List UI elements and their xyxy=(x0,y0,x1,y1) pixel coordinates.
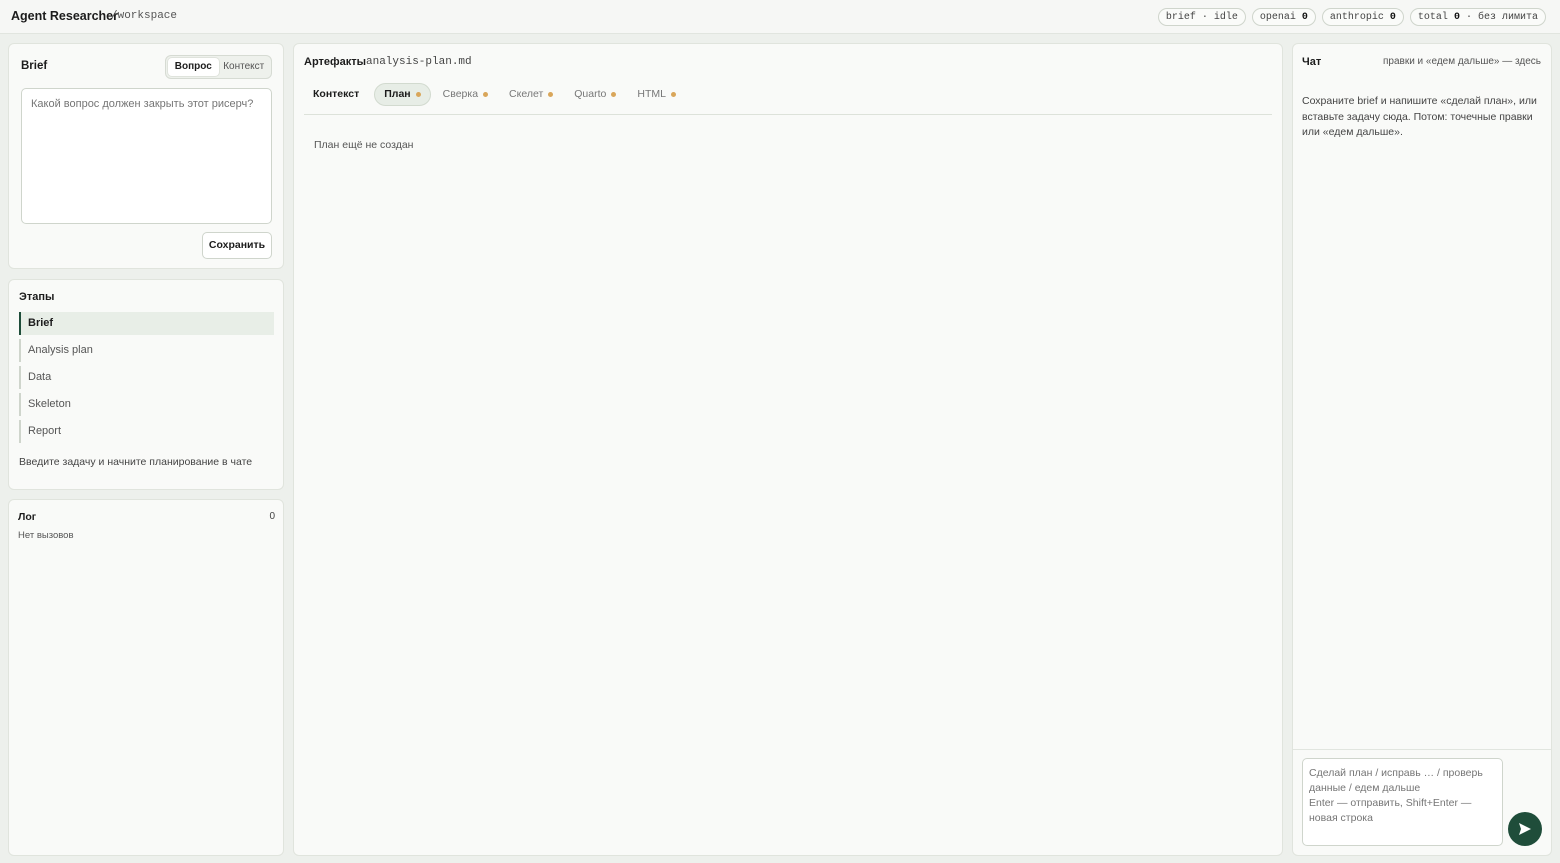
context-tab[interactable]: Контекст xyxy=(219,58,270,76)
question-tab[interactable]: Вопрос xyxy=(168,58,219,76)
openai-usage-badge: openai 0 xyxy=(1251,8,1316,26)
status-dot-icon xyxy=(611,92,617,97)
stage-item-brief[interactable]: Brief xyxy=(19,312,274,335)
status-dot-icon xyxy=(670,92,676,97)
log-title: Лог xyxy=(18,511,37,523)
stage-item-data[interactable]: Data xyxy=(19,366,274,389)
log-panel: Лог 0 Нет вызовов xyxy=(8,499,284,856)
workspace-path: /workspace xyxy=(111,10,178,22)
send-icon xyxy=(1519,823,1531,835)
artifact-filename: analysis-plan.md xyxy=(366,56,472,68)
brief-title: Brief xyxy=(21,60,48,72)
log-empty-message: Нет вызовов xyxy=(18,530,74,541)
artifacts-title: Артефакты xyxy=(304,56,367,68)
status-dot-icon xyxy=(548,92,554,97)
chat-divider xyxy=(1293,749,1551,750)
artifact-empty-message: План ещё не создан xyxy=(314,139,414,151)
stages-title: Этапы xyxy=(19,291,55,303)
total-usage-badge: total 0 · без лимита xyxy=(1409,8,1546,26)
stages-panel: Этапы Brief Analysis plan Data Skeleton … xyxy=(8,279,284,490)
tab-context[interactable]: Контекст xyxy=(304,83,371,106)
tab-reconcile[interactable]: Сверка xyxy=(434,83,497,106)
chat-panel: Чат правки и «едем дальше» — здесь Сохра… xyxy=(1292,43,1552,856)
status-dot-icon xyxy=(483,92,489,97)
app-title: Agent Researcher xyxy=(11,9,118,23)
anthropic-usage-badge: anthropic 0 xyxy=(1321,8,1404,26)
brief-mode-toggle: Вопрос Контекст xyxy=(165,55,272,79)
stage-item-skeleton[interactable]: Skeleton xyxy=(19,393,274,416)
status-badge: brief · idle xyxy=(1157,8,1246,26)
status-badges: brief · idle openai 0 anthropic 0 total … xyxy=(1157,8,1546,26)
artifact-tabs: Контекст План Сверка Скелет Quarto HTML xyxy=(304,83,685,106)
chat-hint: правки и «едем дальше» — здесь xyxy=(1382,56,1541,67)
log-count: 0 xyxy=(269,511,275,522)
tab-plan[interactable]: План xyxy=(374,83,431,106)
stages-hint: Введите задачу и начните планирование в … xyxy=(19,456,253,468)
brief-question-input[interactable] xyxy=(21,88,272,224)
stage-item-analysis-plan[interactable]: Analysis plan xyxy=(19,339,274,362)
stage-item-report[interactable]: Report xyxy=(19,420,274,443)
status-dot-icon xyxy=(415,92,421,97)
send-button[interactable] xyxy=(1508,812,1542,846)
chat-intro-message: Сохраните brief и напишите «сделай план»… xyxy=(1302,95,1537,138)
save-button[interactable]: Сохранить xyxy=(202,232,272,259)
tab-quarto[interactable]: Quarto xyxy=(565,83,625,106)
tab-html[interactable]: HTML xyxy=(628,83,685,106)
top-bar: Agent Researcher /workspace brief · idle… xyxy=(0,0,1560,34)
chat-title: Чат xyxy=(1302,56,1322,68)
chat-message-input[interactable] xyxy=(1302,758,1503,846)
brief-panel: Brief Вопрос Контекст Сохранить xyxy=(8,43,284,269)
tabs-divider xyxy=(304,114,1272,115)
tab-skeleton[interactable]: Скелет xyxy=(500,83,562,106)
artifacts-panel: Артефакты analysis-plan.md Контекст План… xyxy=(293,43,1283,856)
